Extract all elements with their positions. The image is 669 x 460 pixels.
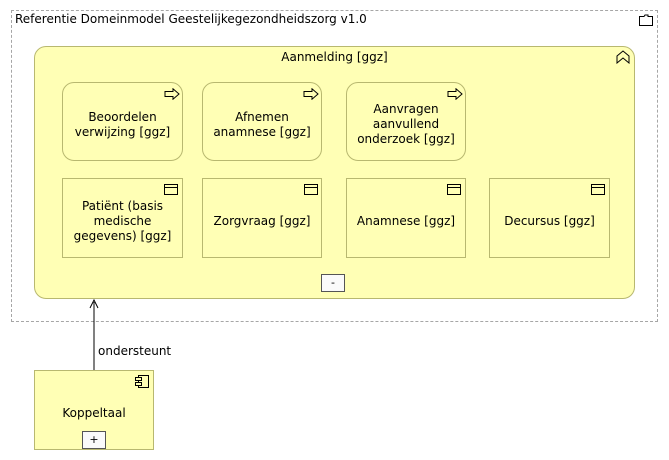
component-label: Koppeltaal bbox=[62, 405, 126, 420]
expand-toggle-button[interactable]: + bbox=[82, 431, 106, 449]
relation-label: ondersteunt bbox=[98, 344, 172, 358]
application-component-icon bbox=[135, 375, 149, 388]
